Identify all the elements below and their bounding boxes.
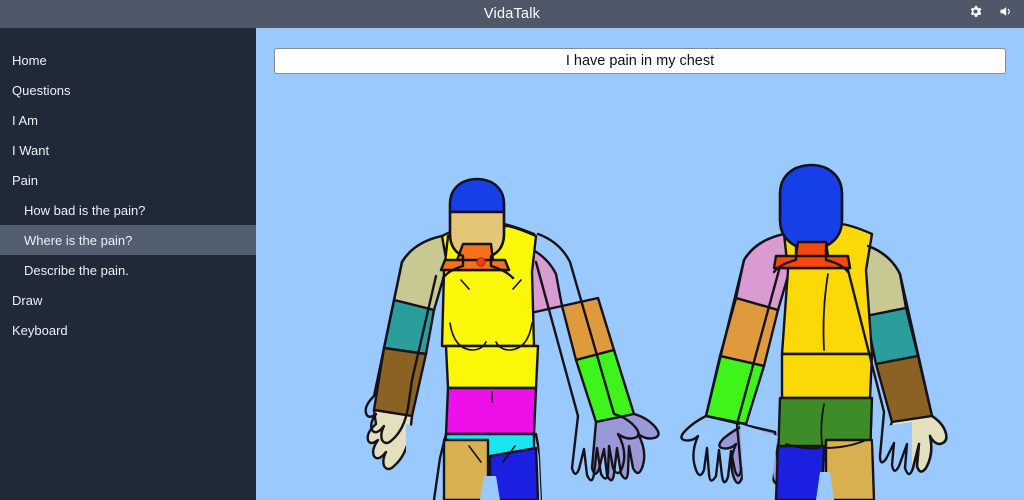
sidebar-item-label: Draw: [12, 292, 43, 308]
sidebar-item-home[interactable]: Home: [0, 45, 256, 75]
sidebar-item-how-bad-is-the-pain[interactable]: How bad is the pain?: [0, 195, 256, 225]
head-back[interactable]: [778, 163, 844, 251]
header-icon-group: [968, 0, 1014, 28]
sidebar-item-label: Keyboard: [12, 322, 68, 338]
sidebar-item-label: Home: [12, 52, 47, 68]
sidebar-item-draw[interactable]: Draw: [0, 285, 256, 315]
vidatalk-app: VidaTalk Home Questions I Am I Want Pain How …: [0, 0, 1024, 500]
right-hand[interactable]: [590, 412, 660, 482]
phrase-display-bar[interactable]: I have pain in my chest: [274, 48, 1006, 74]
sidebar-item-i-want[interactable]: I Want: [0, 135, 256, 165]
right-upper-arm[interactable]: [560, 296, 616, 362]
left-thigh[interactable]: [442, 438, 490, 500]
mid-back[interactable]: [780, 352, 874, 400]
front-bg-mask-right: [538, 422, 576, 500]
sidebar-item-label: Pain: [12, 172, 39, 188]
main-content: I have pain in my chest: [256, 28, 1024, 500]
sidebar-item-label: I Want: [12, 142, 50, 158]
sidebar-item-label: Describe the pain.: [24, 262, 129, 278]
sidebar-nav: Home Questions I Am I Want Pain How bad is th…: [0, 28, 256, 500]
sidebar-item-label: Questions: [12, 82, 71, 98]
gear-icon[interactable]: [968, 4, 983, 24]
abdomen-front[interactable]: [444, 344, 540, 390]
volume-icon[interactable]: [997, 4, 1014, 24]
lower-abdomen[interactable]: [444, 386, 538, 436]
front-body-view[interactable]: [364, 177, 660, 500]
sidebar-item-keyboard[interactable]: Keyboard: [0, 315, 256, 345]
left-thigh-back[interactable]: [774, 444, 826, 500]
pain-marker-dot[interactable]: [476, 257, 486, 267]
back-bg-mask-left: [740, 424, 778, 500]
sidebar-item-describe-the-pain[interactable]: Describe the pain.: [0, 255, 256, 285]
sidebar-item-label: I Am: [12, 112, 39, 128]
right-thigh-back[interactable]: [824, 438, 876, 500]
left-forearm-back[interactable]: [704, 354, 766, 426]
body-map-svg[interactable]: [256, 84, 1024, 500]
sidebar-item-where-is-the-pain[interactable]: Where is the pain?: [0, 225, 256, 255]
sidebar-item-label: How bad is the pain?: [24, 202, 146, 218]
sidebar-item-list: Home Questions I Am I Want Pain How bad is th…: [0, 45, 256, 345]
app-title: VidaTalk: [483, 6, 541, 22]
sidebar-item-label: Where is the pain?: [24, 232, 133, 248]
neck-back-lower[interactable]: [772, 254, 852, 270]
back-body-view[interactable]: [680, 163, 948, 500]
sidebar-item-i-am[interactable]: I Am: [0, 105, 256, 135]
app-header: VidaTalk: [0, 0, 1024, 28]
sidebar-item-questions[interactable]: Questions: [0, 75, 256, 105]
sidebar-item-pain[interactable]: Pain: [0, 165, 256, 195]
phrase-text: I have pain in my chest: [565, 53, 715, 69]
body-map-stage: [256, 84, 1024, 500]
